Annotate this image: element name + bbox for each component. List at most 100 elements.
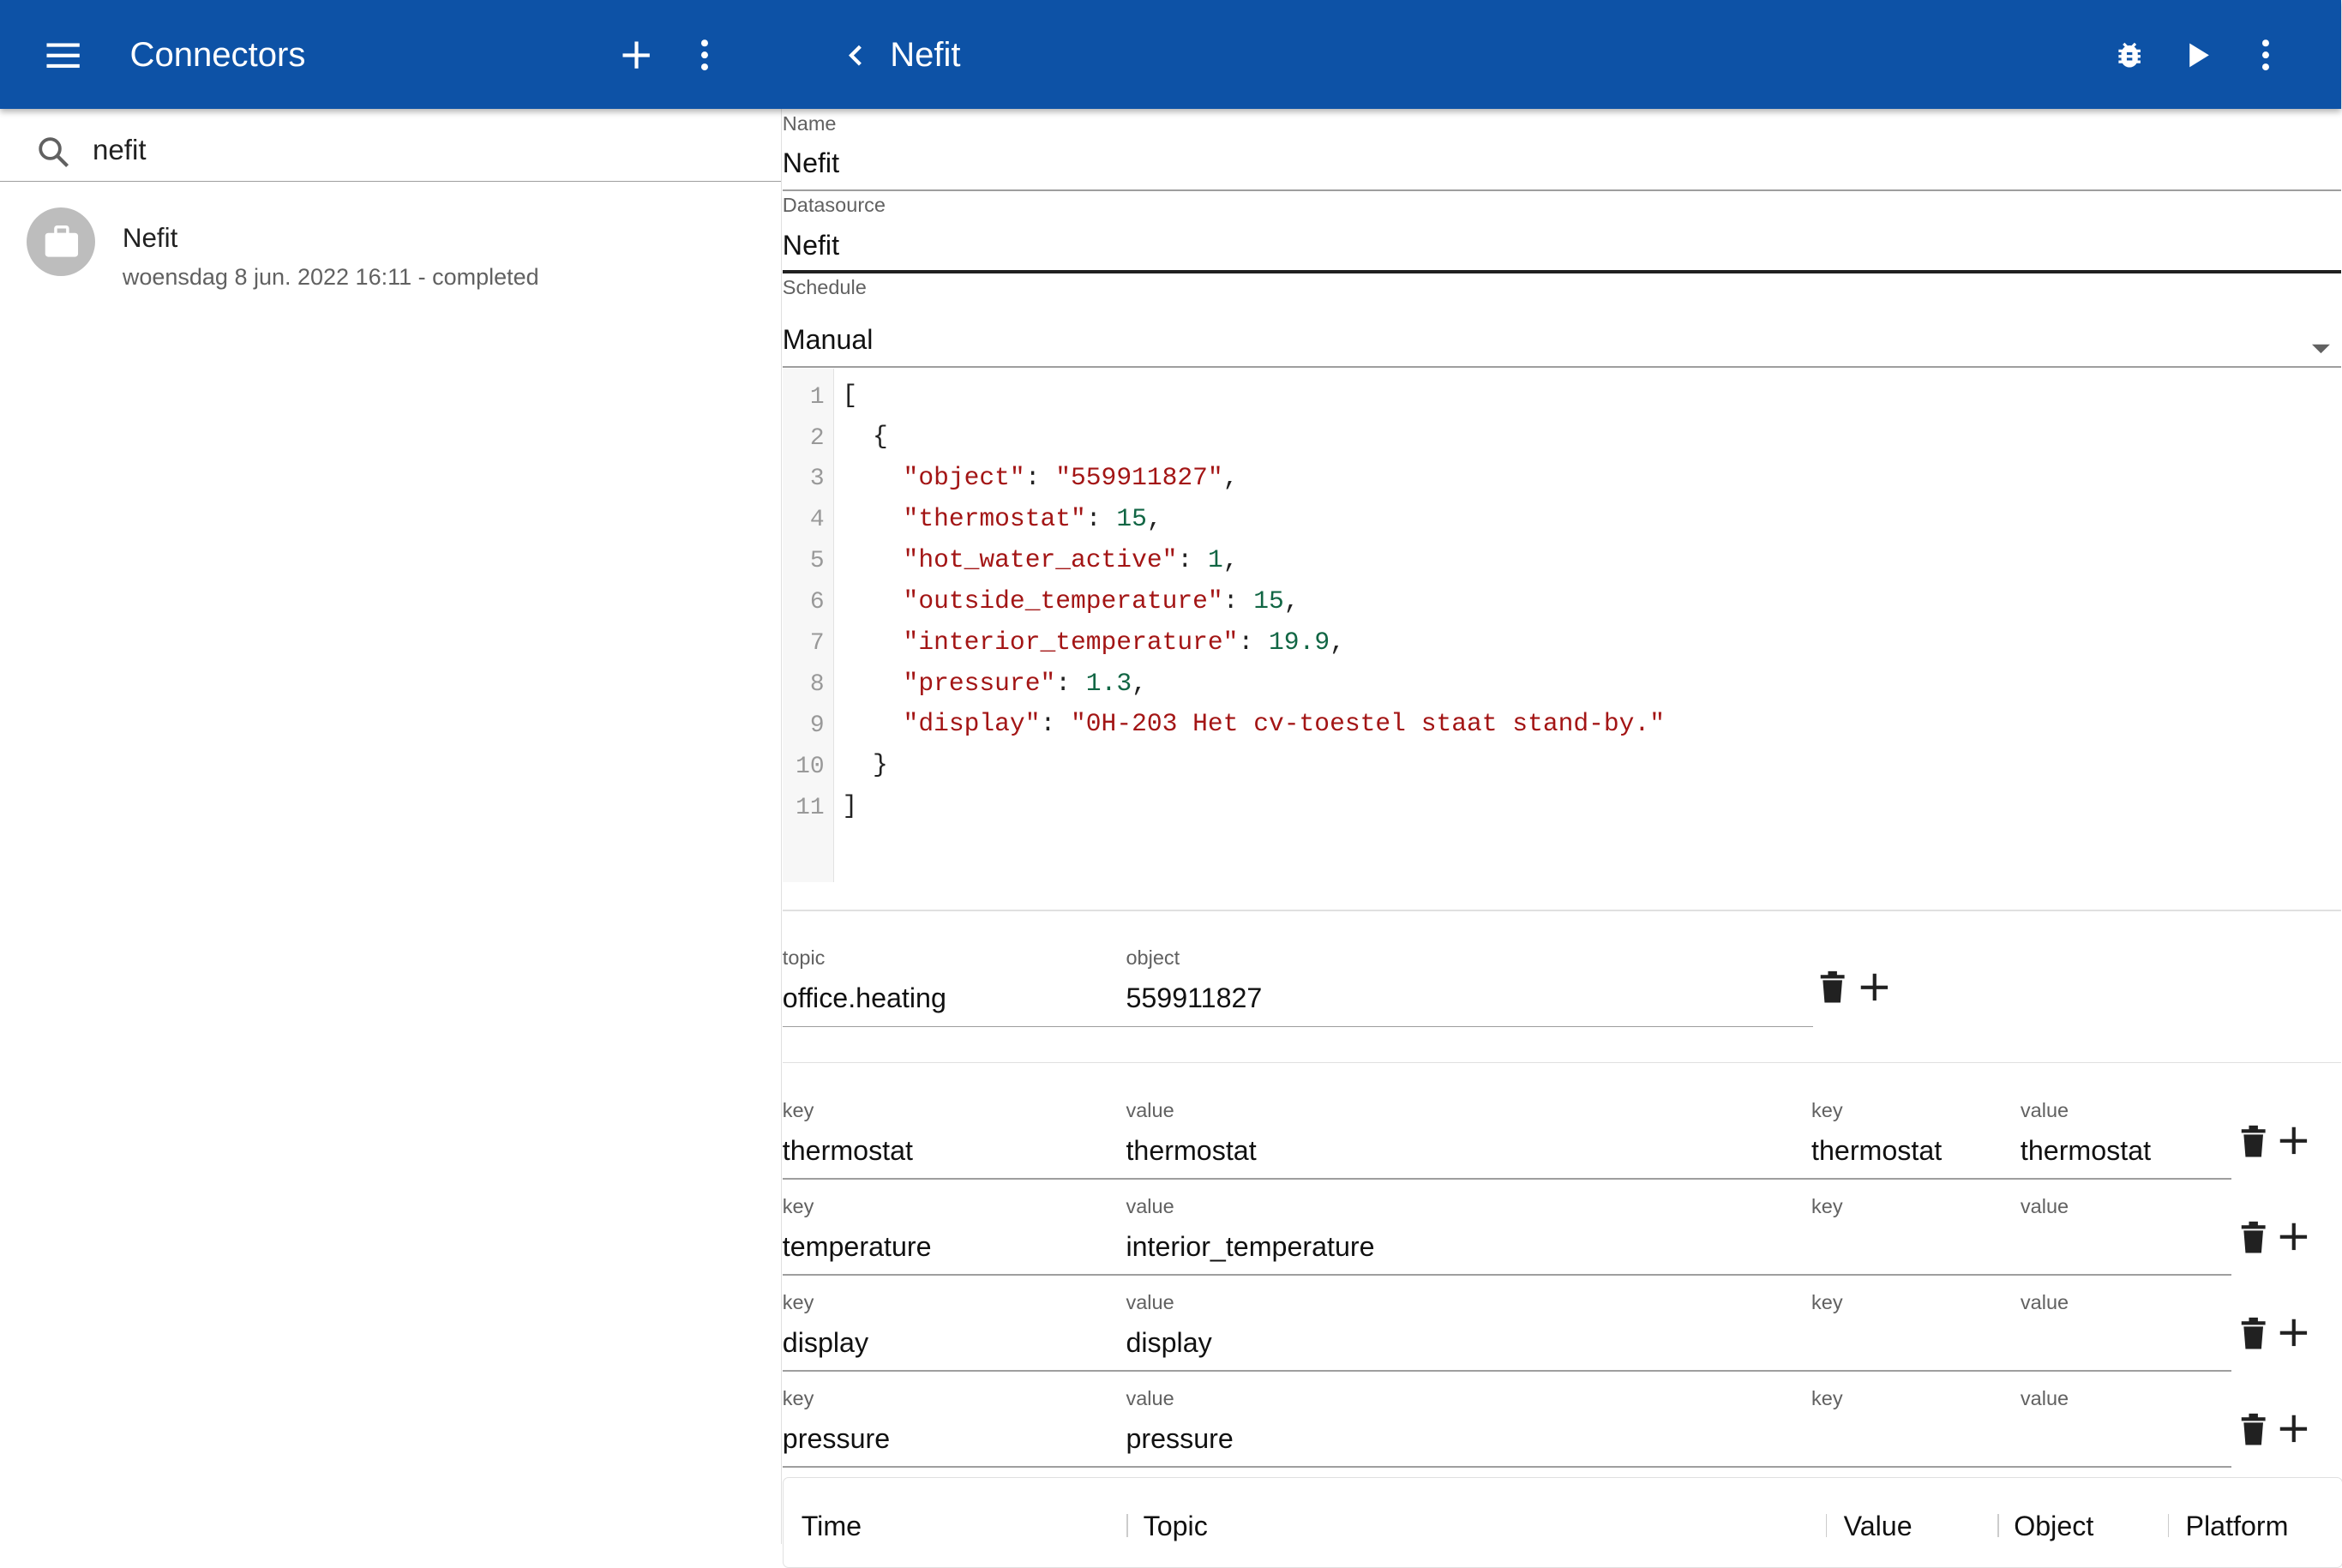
mapping-value-text[interactable]: thermostat <box>1126 1135 1256 1167</box>
mapping-value-label: value <box>1126 1291 1174 1314</box>
briefcase-icon <box>45 225 78 257</box>
list-more-button[interactable] <box>682 33 727 77</box>
mapping-key-2-label: key <box>1811 1291 1843 1314</box>
add-connector-button[interactable] <box>614 33 658 77</box>
trash-icon <box>2241 1413 2266 1445</box>
mapping-value-label: value <box>1126 1195 1174 1218</box>
table-header-object[interactable]: Object <box>2014 1511 2093 1542</box>
code-line[interactable]: [ <box>842 381 857 410</box>
object-label: object <box>1126 946 1180 970</box>
more-vert-icon <box>2261 39 2269 71</box>
connectors-title: Connectors <box>129 36 306 75</box>
trash-icon <box>1820 971 1845 1003</box>
code-line[interactable]: "display": "0H-203 Het cv-toestel staat … <box>842 709 1665 738</box>
add-icon <box>2280 1319 2308 1347</box>
mapping-row-underline <box>782 1466 2231 1469</box>
topic-underline <box>782 1025 1813 1028</box>
delete-topic-button[interactable] <box>1816 970 1848 1006</box>
back-button[interactable] <box>833 33 878 77</box>
chevron-left-icon <box>848 45 862 66</box>
mapping-key-2-label: key <box>1811 1387 1843 1410</box>
mapping-value-2-text[interactable]: thermostat <box>2021 1135 2151 1167</box>
add-mapping-button[interactable] <box>2278 1219 2310 1255</box>
mapping-row-underline <box>782 1370 2231 1373</box>
search-bar <box>0 109 782 182</box>
code-line[interactable]: "interior_temperature": 19.9, <box>842 628 1345 657</box>
line-number: 4 <box>809 507 825 534</box>
mapping-value-label: value <box>1126 1099 1174 1122</box>
editor-gutter: 1 2 3 4 5 6 7 8 9 10 11 <box>782 369 835 883</box>
datasource-input[interactable] <box>782 230 2276 262</box>
dropdown-arrow-icon[interactable] <box>2311 333 2330 360</box>
avatar <box>27 207 96 277</box>
table-header-topic[interactable]: Topic <box>1144 1511 1208 1542</box>
line-number: 1 <box>809 383 825 411</box>
detail-more-button[interactable] <box>2243 33 2287 77</box>
mapping-row-underline <box>782 1178 2231 1181</box>
add-topic-button[interactable] <box>1858 970 1890 1006</box>
code-line[interactable]: "pressure": 1.3, <box>842 669 1147 698</box>
add-mapping-button[interactable] <box>2278 1123 2310 1159</box>
code-line[interactable]: "outside_temperature": 15, <box>842 586 1300 616</box>
list-item-subtitle: woensdag 8 jun. 2022 16:11 - completed <box>122 264 539 291</box>
connector-list-pane: Nefit woensdag 8 jun. 2022 16:11 - compl… <box>0 109 783 1545</box>
add-icon <box>2280 1127 2308 1155</box>
topic-field[interactable]: topic office.heating <box>783 946 1126 1021</box>
topic-value[interactable]: office.heating <box>783 982 946 1014</box>
delete-mapping-button[interactable] <box>2237 1411 2270 1447</box>
code-line[interactable]: "object": "559911827", <box>842 463 1239 492</box>
debug-button[interactable] <box>2107 33 2152 77</box>
schedule-field[interactable]: Schedule Manual <box>782 273 2342 368</box>
mapping-key-2-label: key <box>1811 1099 1843 1122</box>
mapping-key-2-text[interactable]: thermostat <box>1811 1135 1942 1167</box>
bug-icon <box>2118 43 2141 68</box>
line-number: 2 <box>809 424 825 452</box>
add-mapping-button[interactable] <box>2278 1411 2310 1447</box>
add-mapping-button[interactable] <box>2278 1315 2310 1351</box>
line-number: 8 <box>809 671 825 698</box>
connector-detail-pane: Name Datasource Schedule Manual 1 2 3 4 … <box>782 109 2342 1568</box>
delete-mapping-button[interactable] <box>2237 1219 2270 1255</box>
column-separator <box>1126 1513 1129 1538</box>
mapping-key-text[interactable]: temperature <box>783 1231 932 1263</box>
search-input[interactable] <box>89 133 753 169</box>
line-number: 3 <box>809 466 825 493</box>
schedule-select[interactable]: Manual <box>783 324 2276 356</box>
add-icon <box>2280 1415 2308 1443</box>
name-input[interactable] <box>782 147 2276 180</box>
trash-icon <box>2241 1221 2266 1253</box>
datasource-label: Datasource <box>782 194 886 217</box>
mapping-value-label: value <box>1126 1387 1174 1410</box>
object-value[interactable]: 559911827 <box>1126 982 1262 1014</box>
code-line[interactable]: } <box>842 750 888 779</box>
trash-icon <box>2241 1125 2266 1157</box>
run-button[interactable] <box>2176 33 2220 77</box>
name-label: Name <box>782 111 837 135</box>
mapping-value-2-label: value <box>2020 1291 2069 1314</box>
delete-mapping-button[interactable] <box>2237 1123 2270 1159</box>
mapping-key-text[interactable]: thermostat <box>783 1135 913 1167</box>
code-line[interactable]: ] <box>842 791 857 820</box>
table-header-platform[interactable]: Platform <box>2186 1511 2289 1542</box>
schedule-label: Schedule <box>782 276 867 299</box>
mapping-value-text[interactable]: pressure <box>1126 1423 1233 1455</box>
table-header-value[interactable]: Value <box>1844 1511 1913 1542</box>
mapping-value-text[interactable]: interior_temperature <box>1126 1231 1374 1263</box>
mapping-key-text[interactable]: display <box>783 1327 868 1359</box>
line-number: 6 <box>809 589 825 616</box>
code-line[interactable]: { <box>842 422 888 451</box>
mapping-value-text[interactable]: display <box>1126 1327 1211 1359</box>
name-field: Name <box>782 109 2342 191</box>
object-field[interactable]: object 559911827 <box>1126 946 1812 1021</box>
trash-icon <box>2241 1317 2266 1349</box>
mapping-value-2-label: value <box>2020 1099 2069 1122</box>
list-item[interactable]: Nefit woensdag 8 jun. 2022 16:11 - compl… <box>0 193 781 297</box>
json-editor[interactable]: 1 2 3 4 5 6 7 8 9 10 11 [ { "object": "5… <box>782 369 2342 883</box>
editor-divider <box>782 909 2342 911</box>
mapping-key-text[interactable]: pressure <box>783 1423 890 1455</box>
code-line[interactable]: "thermostat": 15, <box>842 504 1162 533</box>
menu-icon[interactable] <box>40 33 85 77</box>
delete-mapping-button[interactable] <box>2237 1315 2270 1351</box>
table-header-time[interactable]: Time <box>802 1511 862 1542</box>
code-line[interactable]: "hot_water_active": 1, <box>842 545 1239 574</box>
